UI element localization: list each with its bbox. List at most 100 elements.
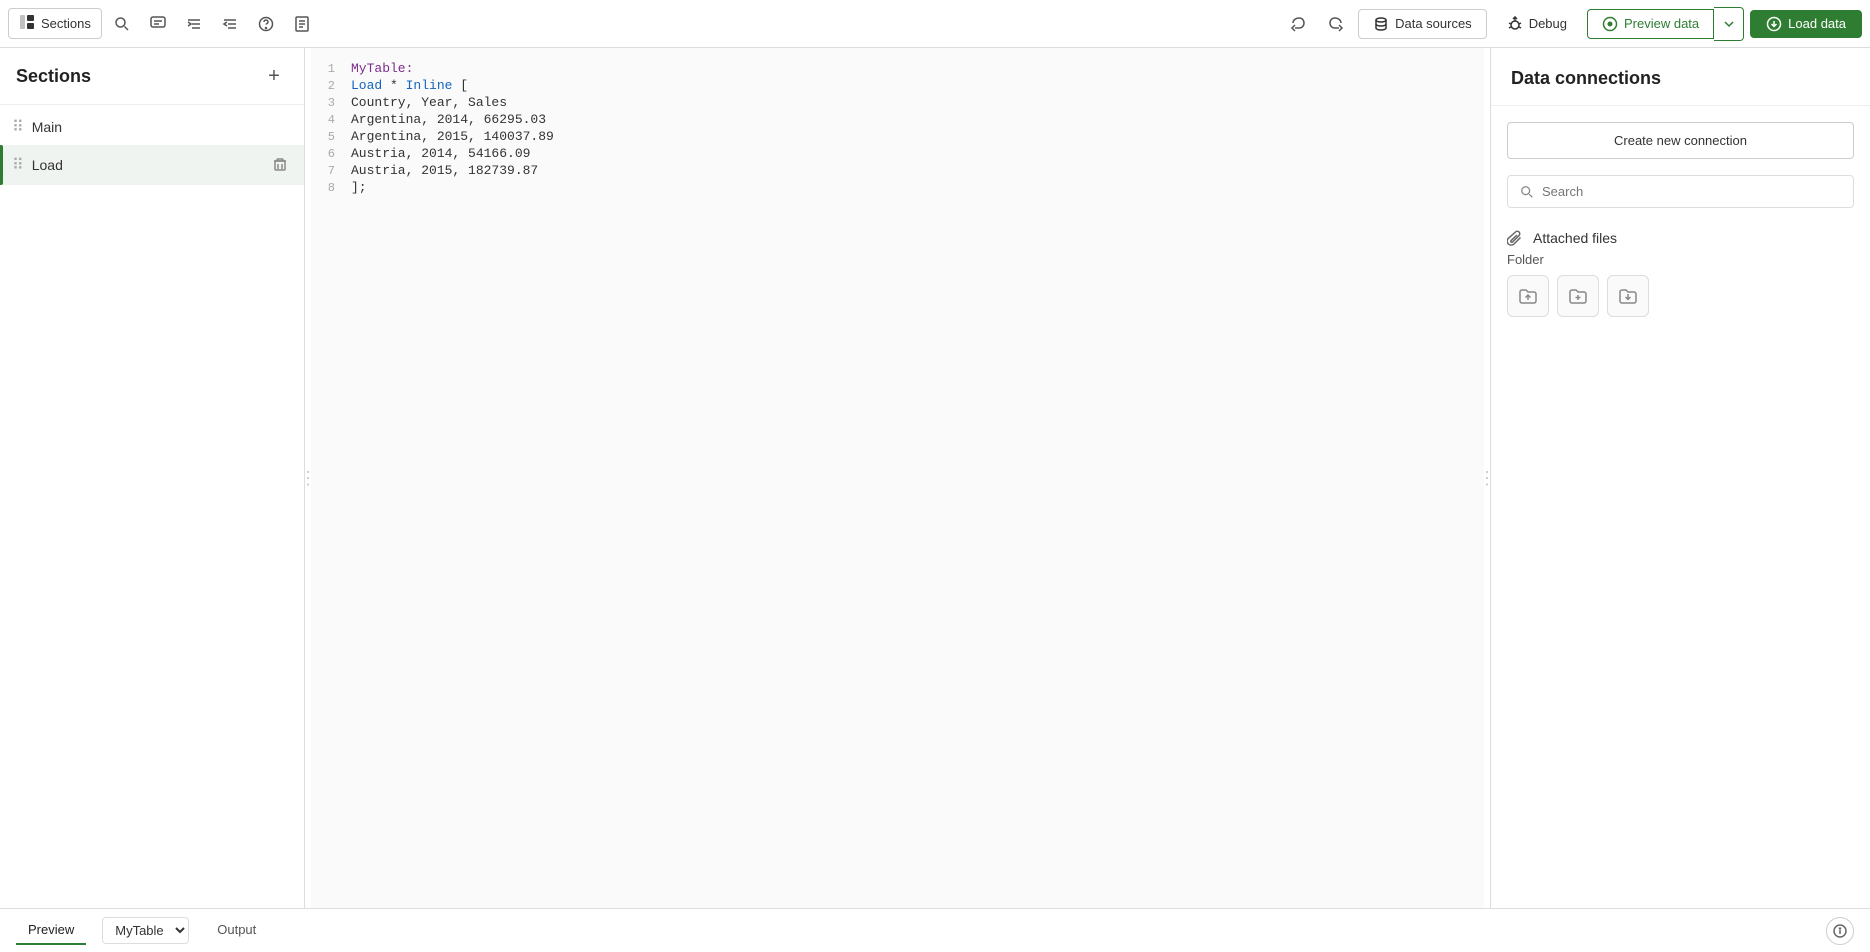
attached-files-section: Attached files Folder <box>1507 224 1854 317</box>
folder-icons-group <box>1507 275 1854 317</box>
table-select[interactable]: MyTable <box>102 917 189 944</box>
data-connections-title: Data connections <box>1491 48 1870 106</box>
code-editor[interactable]: 1MyTable:2Load * Inline [3Country, Year,… <box>311 48 1484 908</box>
help-icon <box>258 16 274 32</box>
undo-button[interactable] <box>1282 8 1314 40</box>
bottom-bar: Preview MyTable Output <box>0 908 1870 952</box>
redo-button[interactable] <box>1320 8 1352 40</box>
right-panel: Data connections Create new connection A… <box>1490 48 1870 908</box>
load-data-button[interactable]: Load data <box>1750 10 1862 38</box>
line-content-3: Country, Year, Sales <box>351 95 507 110</box>
line-number-6: 6 <box>311 147 351 161</box>
line-content-2: * <box>382 78 405 93</box>
data-sources-button[interactable]: Data sources <box>1358 9 1487 39</box>
load-data-icon <box>1766 16 1782 32</box>
add-section-button[interactable]: + <box>260 62 288 90</box>
code-line-8: 8]; <box>311 179 1484 196</box>
info-button[interactable] <box>1826 917 1854 945</box>
search-container[interactable] <box>1507 175 1854 208</box>
main-content: Sections + ⠿ Main ⠿ Load <box>0 48 1870 908</box>
line-content-2: [ <box>452 78 468 93</box>
line-content-2: Load <box>351 78 382 93</box>
sidebar-item-main[interactable]: ⠿ Main <box>0 109 304 145</box>
left-resize-handle[interactable] <box>305 48 311 908</box>
chevron-down-icon <box>1723 18 1735 30</box>
notes-button[interactable] <box>286 8 318 40</box>
line-content-6: Austria, 2014, 54166.09 <box>351 146 530 161</box>
help-button[interactable] <box>250 8 282 40</box>
redo-icon <box>1328 16 1344 32</box>
folder-icon-btn-3[interactable] <box>1607 275 1649 317</box>
create-connection-label: Create new connection <box>1614 133 1747 148</box>
code-line-6: 6Austria, 2014, 54166.09 <box>311 145 1484 162</box>
right-panel-body: Create new connection Attached files Fol… <box>1491 106 1870 333</box>
line-number-7: 7 <box>311 164 351 178</box>
data-sources-label: Data sources <box>1395 16 1472 31</box>
preview-data-button[interactable]: Preview data <box>1587 9 1714 39</box>
sections-toggle-label: Sections <box>41 16 91 31</box>
code-line-2: 2Load * Inline [ <box>311 77 1484 94</box>
sidebar-item-load[interactable]: ⠿ Load <box>0 145 304 185</box>
toolbar: Sections Data sources Debug <box>0 0 1870 48</box>
folder-label: Folder <box>1507 252 1854 267</box>
sidebar-items-list: ⠿ Main ⠿ Load <box>0 105 304 908</box>
notes-icon <box>294 16 310 32</box>
line-content-2: Inline <box>406 78 453 93</box>
line-content-4: Argentina, 2014, 66295.03 <box>351 112 546 127</box>
sections-toggle-icon <box>19 14 35 33</box>
data-sources-icon <box>1373 16 1389 32</box>
preview-data-dropdown-button[interactable] <box>1714 7 1744 41</box>
line-content-1: MyTable: <box>351 61 413 76</box>
load-data-label: Load data <box>1788 16 1846 31</box>
attached-files-label: Attached files <box>1533 230 1617 246</box>
sidebar-title: Sections <box>16 66 91 87</box>
sections-toggle-button[interactable]: Sections <box>8 8 102 39</box>
debug-label: Debug <box>1529 16 1567 31</box>
line-number-1: 1 <box>311 62 351 76</box>
code-line-7: 7Austria, 2015, 182739.87 <box>311 162 1484 179</box>
drag-handle-load: ⠿ <box>12 155 24 175</box>
line-number-4: 4 <box>311 113 351 127</box>
attached-files-header: Attached files <box>1507 224 1854 252</box>
search-toolbar-button[interactable] <box>106 8 138 40</box>
toolbar-right: Data sources Debug Preview data Load dat… <box>1282 7 1862 41</box>
preview-tab-label: Preview <box>28 922 74 937</box>
debug-button[interactable]: Debug <box>1493 10 1581 38</box>
comment-button[interactable] <box>142 8 174 40</box>
line-number-5: 5 <box>311 130 351 144</box>
sidebar-item-label-main: Main <box>32 119 292 135</box>
sidebar: Sections + ⠿ Main ⠿ Load <box>0 48 305 908</box>
outdent-icon <box>222 16 238 32</box>
code-line-1: 1MyTable: <box>311 60 1484 77</box>
code-line-3: 3Country, Year, Sales <box>311 94 1484 111</box>
line-number-3: 3 <box>311 96 351 110</box>
search-input[interactable] <box>1542 184 1841 199</box>
outdent-button[interactable] <box>214 8 246 40</box>
indent-icon <box>186 16 202 32</box>
bottom-tab-preview[interactable]: Preview <box>16 916 86 945</box>
delete-load-button[interactable] <box>268 153 292 177</box>
sidebar-header: Sections + <box>0 48 304 105</box>
active-indicator-load <box>0 145 3 185</box>
bottom-tab-output[interactable]: Output <box>205 916 268 945</box>
line-number-2: 2 <box>311 79 351 93</box>
create-connection-button[interactable]: Create new connection <box>1507 122 1854 159</box>
right-resize-handle[interactable] <box>1484 48 1490 908</box>
line-number-8: 8 <box>311 181 351 195</box>
comment-icon <box>150 16 166 32</box>
folder-upload-icon <box>1518 286 1538 306</box>
line-content-8: ]; <box>351 180 367 195</box>
search-icon <box>114 16 130 32</box>
indent-button[interactable] <box>178 8 210 40</box>
preview-data-group: Preview data <box>1587 7 1744 41</box>
line-content-7: Austria, 2015, 182739.87 <box>351 163 538 178</box>
folder-icon-btn-2[interactable] <box>1557 275 1599 317</box>
info-icon <box>1833 924 1847 938</box>
paperclip-icon <box>1507 230 1523 246</box>
folder-icon-btn-1[interactable] <box>1507 275 1549 317</box>
line-content-5: Argentina, 2015, 140037.89 <box>351 129 554 144</box>
sidebar-item-label-load: Load <box>32 157 260 173</box>
delete-icon <box>273 158 287 172</box>
search-panel-icon <box>1520 185 1534 199</box>
editor-area: 1MyTable:2Load * Inline [3Country, Year,… <box>311 48 1484 908</box>
